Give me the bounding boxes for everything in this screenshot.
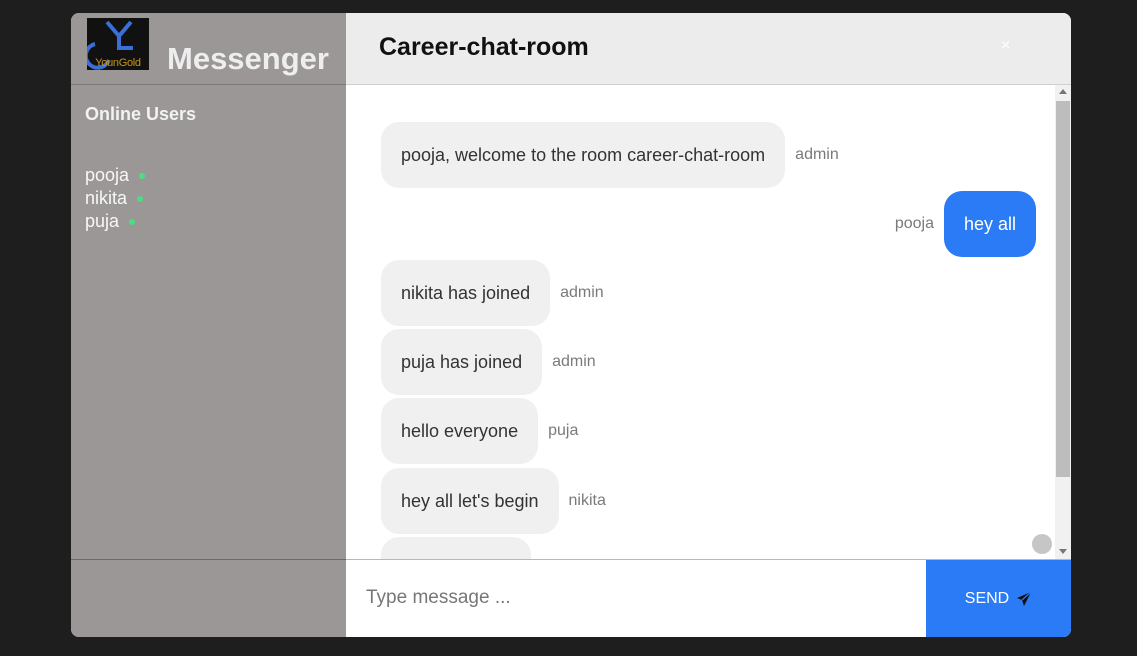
message-sender: nikita: [568, 492, 606, 509]
scroll-down-arrow-icon[interactable]: [1059, 549, 1067, 554]
message-bubble: hey all let's begin: [381, 468, 559, 534]
message-sender: puja: [548, 422, 579, 439]
message-row: hey all let's begin nikita: [381, 468, 606, 534]
youngold-logo: YounGold: [87, 18, 149, 70]
message-row: pooja hey all: [895, 191, 1036, 257]
online-status-dot-icon: [139, 172, 146, 179]
message-sender: admin: [560, 284, 604, 301]
user-name: pooja: [85, 165, 130, 185]
scroll-up-arrow-icon[interactable]: [1059, 89, 1067, 94]
scroll-to-bottom-button[interactable]: [1032, 534, 1052, 554]
message-sender: pooja: [894, 215, 934, 232]
message-bubble: hello everyone: [381, 398, 539, 464]
message-bubble: hey all: [943, 191, 1036, 257]
message-input[interactable]: [366, 578, 906, 618]
app-title: Messenger: [167, 41, 329, 76]
message-row: pooja, welcome to the room career-chat-r…: [381, 122, 839, 188]
brand-header: YounGold Messenger: [71, 13, 346, 85]
sidebar: YounGold Messenger Online Users pooja ni…: [71, 13, 346, 637]
online-user-item: puja: [85, 210, 145, 233]
online-status-dot-icon: [129, 218, 136, 225]
sidebar-divider: [71, 559, 346, 560]
message-sender: admin: [795, 146, 839, 163]
room-title: Career-chat-room: [379, 33, 589, 61]
message-scrollbar[interactable]: [1055, 85, 1071, 559]
paper-plane-icon: [1016, 591, 1032, 607]
send-button[interactable]: SEND: [926, 560, 1071, 637]
logo-text: YounGold: [95, 57, 141, 69]
scrollbar-thumb[interactable]: [1056, 101, 1070, 477]
chat-window: YounGold Messenger Online Users pooja ni…: [71, 13, 1071, 637]
message-row: hello everyone puja: [381, 398, 578, 464]
composer-bar: SEND: [346, 559, 1071, 637]
chat-main: Career-chat-room × pooja, welcome to the…: [346, 13, 1071, 637]
message-bubble: [381, 537, 531, 559]
message-row: nikita has joined admin: [381, 260, 604, 326]
close-icon[interactable]: ×: [1001, 37, 1010, 55]
message-list[interactable]: pooja, welcome to the room career-chat-r…: [346, 85, 1071, 559]
send-label: SEND: [964, 590, 1010, 607]
message-bubble: pooja, welcome to the room career-chat-r…: [381, 122, 786, 188]
message-bubble: nikita has joined: [381, 260, 551, 326]
online-status-dot-icon: [137, 195, 144, 202]
message-bubble: puja has joined: [381, 329, 543, 395]
user-name: nikita: [85, 188, 128, 208]
online-users-heading: Online Users: [85, 104, 197, 124]
user-name: puja: [85, 211, 120, 231]
online-user-item: pooja: [85, 164, 146, 187]
online-user-item: nikita: [85, 187, 145, 210]
message-row: puja has joined admin: [381, 329, 596, 395]
message-sender: admin: [552, 353, 596, 370]
message-row: [381, 537, 531, 559]
online-users-list: pooja nikita puja: [85, 164, 146, 233]
room-header: Career-chat-room ×: [346, 13, 1071, 85]
